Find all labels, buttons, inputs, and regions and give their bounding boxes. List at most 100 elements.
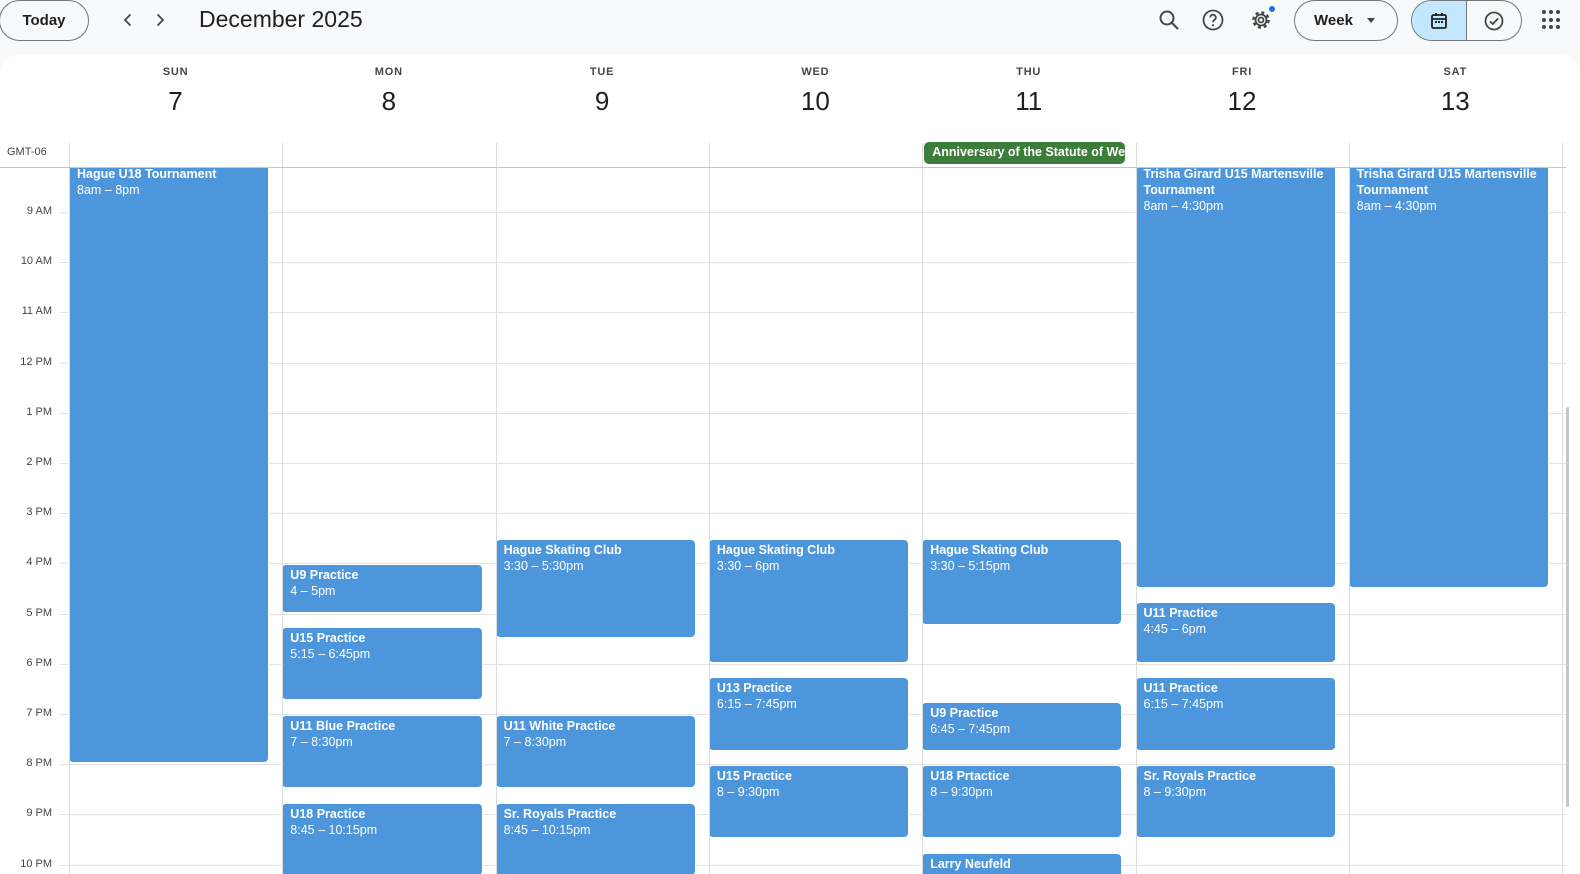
- day-of-week: FRI: [1231, 66, 1253, 78]
- calendar-event[interactable]: U18 Prtactice 8 – 9:30pm: [921, 765, 1123, 839]
- hour-label: 4 PM: [26, 556, 52, 569]
- hour-label: 1 PM: [26, 405, 52, 418]
- event-time: 3:30 – 6pm: [716, 559, 780, 574]
- day-header[interactable]: WED 10: [709, 55, 922, 117]
- event-title: Trisha Girard U15 Martensville Tournamen…: [1143, 167, 1324, 197]
- calendar-event[interactable]: U15 Practice 5:15 – 6:45pm: [281, 627, 483, 701]
- week-view: SUN 7 MON 8 TUE 9 WED 10 THU 11 FRI 12 SAT 13 GMT-06 …: [0, 55, 1580, 874]
- chevron-right-icon[interactable]: [146, 6, 174, 34]
- calendar-event[interactable]: U11 White Practice 7 – 8:30pm: [494, 715, 696, 789]
- top-toolbar: Today December 2025 Week: [0, 0, 1580, 52]
- hour-line: [60, 262, 1566, 264]
- calendar-event[interactable]: Trisha Girard U15 Martensville Tournamen…: [1347, 167, 1550, 588]
- calendar-event[interactable]: Hague U18 Tournament 8am – 8pm: [68, 167, 270, 764]
- calendar-event[interactable]: Larry Neufeld: [921, 853, 1123, 874]
- hour-label: 10 PM: [20, 857, 52, 870]
- day-number[interactable]: 9: [496, 86, 709, 117]
- column-divider: [282, 143, 283, 874]
- event-title: Hague Skating Club: [716, 543, 835, 558]
- column-divider: [1562, 143, 1563, 874]
- calendar-icon[interactable]: [1412, 1, 1467, 40]
- apps-grid-icon[interactable]: [1540, 8, 1564, 32]
- hour-label: 3 PM: [26, 506, 52, 519]
- check-circle-icon[interactable]: [1467, 1, 1522, 40]
- hour-label: 10 AM: [20, 255, 52, 268]
- calendar-event[interactable]: U11 Blue Practice 7 – 8:30pm: [281, 715, 483, 789]
- event-time: 8:45 – 10:15pm: [290, 822, 378, 837]
- event-time: 4 – 5pm: [290, 584, 336, 599]
- column-divider: [69, 143, 70, 874]
- event-time: 4:45 – 6pm: [1143, 622, 1207, 637]
- day-header[interactable]: SUN 7: [69, 55, 282, 117]
- timezone-label: GMT-06: [7, 146, 47, 158]
- hour-label: 6 PM: [26, 656, 52, 669]
- calendar-event[interactable]: U9 Practice 6:45 – 7:45pm: [921, 702, 1123, 751]
- gear-icon[interactable]: [1245, 4, 1277, 36]
- event-title: Hague U18 Tournament: [77, 167, 217, 181]
- all-day-event[interactable]: Anniversary of the Statute of Westminste…: [924, 142, 1126, 164]
- day-of-week: SAT: [1443, 66, 1468, 78]
- day-of-week: MON: [374, 66, 403, 78]
- event-title: Sr. Royals Practice: [1143, 769, 1257, 784]
- day-header[interactable]: SAT 13: [1349, 55, 1562, 117]
- day-header[interactable]: FRI 12: [1136, 55, 1349, 117]
- event-time: 5:15 – 6:45pm: [290, 647, 371, 662]
- day-number[interactable]: 10: [709, 86, 922, 117]
- event-time: 7 – 8:30pm: [290, 735, 353, 749]
- time-grid[interactable]: 9 AM 10 AM 11 AM 12 PM 1 PM 2 PM 3 PM 4 PM 5 PM 6…: [0, 167, 1580, 874]
- calendar-event[interactable]: Sr. Royals Practice 8 – 9:30pm: [1134, 765, 1336, 839]
- event-title: U9 Practice: [930, 706, 999, 721]
- search-icon[interactable]: [1153, 4, 1185, 36]
- calendar-event[interactable]: U11 Practice 4:45 – 6pm: [1134, 602, 1336, 663]
- event-title: U15 Practice: [290, 631, 366, 646]
- calendar-event[interactable]: Trisha Girard U15 Martensville Tournamen…: [1134, 167, 1336, 588]
- hour-label: 9 PM: [26, 807, 52, 820]
- event-title: U15 Practice: [716, 769, 792, 784]
- event-time: 8am – 8pm: [77, 182, 140, 197]
- day-header[interactable]: MON 8: [282, 55, 495, 117]
- all-day-divider: [0, 167, 1566, 168]
- calendar-event[interactable]: Sr. Royals Practice 8:45 – 10:15pm: [494, 802, 696, 874]
- chevron-left-icon[interactable]: [114, 6, 142, 34]
- column-divider: [1349, 143, 1350, 874]
- event-title: Hague Skating Club: [503, 543, 622, 558]
- day-of-week: WED: [801, 66, 830, 78]
- day-number[interactable]: 11: [922, 86, 1135, 117]
- event-title: U18 Prtactice: [930, 769, 1010, 784]
- hour-label: 2 PM: [26, 456, 52, 468]
- scrollbar[interactable]: [1566, 407, 1569, 807]
- event-time: 3:30 – 5:30pm: [503, 559, 584, 574]
- day-of-week: THU: [1016, 66, 1042, 78]
- event-title: U11 Practice: [1143, 681, 1218, 696]
- day-header[interactable]: TUE 9: [496, 55, 709, 117]
- event-time: 6:45 – 7:45pm: [930, 722, 1011, 737]
- day-number[interactable]: 12: [1136, 86, 1349, 117]
- calendar-event[interactable]: U13 Practice 6:15 – 7:45pm: [707, 677, 910, 751]
- calendar-event[interactable]: Hague Skating Club 3:30 – 6pm: [707, 539, 910, 663]
- hour-label: 9 AM: [26, 205, 52, 217]
- notification-dot: [1269, 6, 1275, 12]
- view-select[interactable]: Week: [1294, 0, 1398, 41]
- day-header[interactable]: THU 11: [922, 55, 1135, 117]
- calendar-event[interactable]: U15 Practice 8 – 9:30pm: [707, 765, 910, 839]
- event-title: U11 White Practice: [503, 719, 616, 733]
- day-number[interactable]: 8: [282, 86, 495, 117]
- event-time: 8am – 4:30pm: [1356, 198, 1437, 213]
- event-time: 8 – 9:30pm: [1143, 785, 1207, 800]
- event-time: 8am – 4:30pm: [1143, 198, 1224, 213]
- help-icon[interactable]: [1197, 4, 1229, 36]
- calendar-event[interactable]: Hague Skating Club 3:30 – 5:30pm: [494, 539, 696, 638]
- view-select-label: Week: [1314, 12, 1353, 29]
- calendar-event[interactable]: U9 Practice 4 – 5pm: [281, 564, 483, 613]
- calendar-event[interactable]: Hague Skating Club 3:30 – 5:15pm: [921, 539, 1123, 626]
- day-number[interactable]: 13: [1349, 86, 1562, 117]
- event-time: 7 – 8:30pm: [503, 735, 567, 749]
- calendar-event[interactable]: U11 Practice 6:15 – 7:45pm: [1134, 677, 1336, 751]
- today-button[interactable]: Today: [0, 0, 89, 41]
- caret-down-icon: [1367, 18, 1375, 23]
- day-number[interactable]: 7: [69, 86, 282, 117]
- event-title: U11 Practice: [1143, 606, 1218, 621]
- event-title: U11 Blue Practice: [290, 719, 396, 733]
- hour-line: [60, 412, 1566, 414]
- calendar-event[interactable]: U18 Practice 8:45 – 10:15pm: [281, 802, 483, 874]
